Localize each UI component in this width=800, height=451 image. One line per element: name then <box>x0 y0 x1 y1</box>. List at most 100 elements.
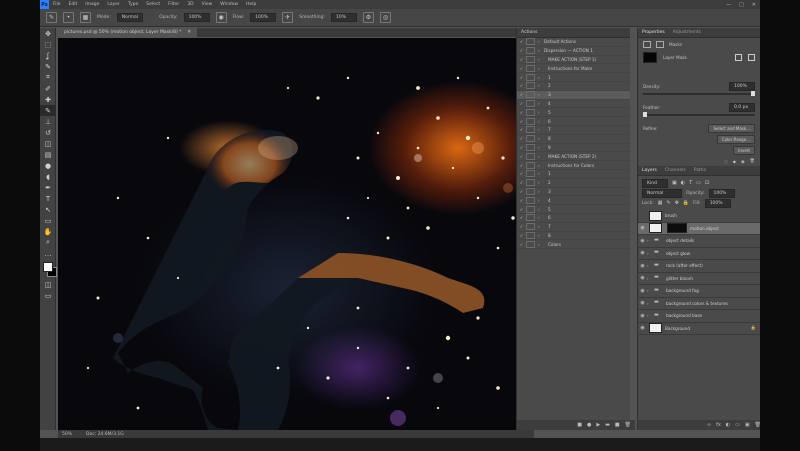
density-slider-knob[interactable] <box>751 91 755 96</box>
brush-settings-icon[interactable]: ▦ <box>80 12 91 23</box>
document-canvas[interactable] <box>58 38 534 430</box>
brush-tool-icon[interactable]: ✎ <box>40 105 56 116</box>
color-range-button[interactable]: Color Range... <box>716 135 755 144</box>
group-expand-icon[interactable]: › <box>647 251 652 256</box>
gradient-tool-icon[interactable]: ▤ <box>40 149 56 160</box>
visibility-eye-icon[interactable]: ◉ <box>638 288 647 294</box>
tab-adjustments[interactable]: Adjustments <box>673 30 701 35</box>
action-row[interactable]: ✓ › 4 <box>517 196 630 206</box>
action-toggle-checkbox[interactable]: ✓ <box>517 110 526 115</box>
eraser-tool-icon[interactable]: ◫ <box>40 138 56 149</box>
layer-row[interactable]: ◉ › ▬ background base <box>638 310 760 323</box>
menu-help[interactable]: Help <box>242 2 260 7</box>
fill-input[interactable]: 100% <box>704 198 731 208</box>
visibility-eye-icon[interactable]: ◉ <box>638 263 647 269</box>
menu-view[interactable]: View <box>198 2 217 7</box>
feather-input[interactable]: 0.0 px <box>729 103 755 112</box>
feather-slider-knob[interactable] <box>643 112 647 117</box>
action-row[interactable]: ✓ › 5 <box>517 108 630 118</box>
foreground-color-swatch[interactable] <box>43 262 53 272</box>
select-and-mask-button[interactable]: Select and Mask... <box>708 124 755 133</box>
visibility-eye-icon[interactable]: ◉ <box>638 275 647 281</box>
airbrush-icon[interactable]: ✈ <box>282 12 294 23</box>
opacity-input[interactable]: 100% <box>183 13 210 22</box>
menu-select[interactable]: Select <box>142 2 164 7</box>
action-toggle-checkbox[interactable]: ✓ <box>517 145 526 150</box>
eyedropper-tool-icon[interactable]: ✐ <box>40 83 56 94</box>
filter-type-icon[interactable]: T <box>689 180 692 186</box>
action-toggle-checkbox[interactable]: ✓ <box>517 163 526 168</box>
action-row[interactable]: ✓ › 1 <box>517 170 630 179</box>
crop-tool-icon[interactable]: ⌗ <box>40 72 56 83</box>
dialog-toggle-icon[interactable] <box>526 240 535 248</box>
actions-panel-title[interactable]: Actions <box>521 30 537 35</box>
smoothing-gear-icon[interactable]: ⚙ <box>362 12 374 23</box>
action-row[interactable]: ✓ › 3 <box>517 187 630 197</box>
visibility-eye-icon[interactable]: ◉ <box>638 225 647 231</box>
dialog-toggle-icon[interactable] <box>526 108 535 116</box>
dialog-toggle-icon[interactable] <box>526 170 535 178</box>
action-toggle-checkbox[interactable]: ✓ <box>517 75 526 80</box>
history-brush-tool-icon[interactable]: ↺ <box>40 127 56 138</box>
visibility-eye-icon[interactable]: ◉ <box>638 325 647 331</box>
layer-row[interactable]: ◉ › ▬ background colors & textures <box>638 298 760 310</box>
action-toggle-checkbox[interactable]: ✓ <box>517 48 526 53</box>
mode-select[interactable]: Normal <box>116 13 144 22</box>
delete-mask-icon[interactable]: 🗑 <box>750 158 755 164</box>
feather-slider[interactable] <box>643 112 755 117</box>
close-tab-icon[interactable]: ✕ <box>187 30 191 35</box>
menu-window[interactable]: Window <box>216 2 242 7</box>
dialog-toggle-icon[interactable] <box>526 223 535 231</box>
dialog-toggle-icon[interactable] <box>526 231 535 239</box>
marquee-tool-icon[interactable]: ⬚ <box>40 39 56 50</box>
select-pixel-mask-icon[interactable] <box>735 53 742 61</box>
action-toggle-checkbox[interactable]: ✓ <box>517 101 526 106</box>
blend-mode-select[interactable]: Normal <box>642 188 682 198</box>
visibility-eye-icon[interactable]: ◉ <box>638 250 647 256</box>
action-row[interactable]: ✓ › 3 <box>517 90 630 100</box>
action-row[interactable]: ✓ › 5 <box>517 205 630 214</box>
blur-tool-icon[interactable]: ● <box>40 160 56 171</box>
action-row[interactable]: ✓ › 2 <box>517 179 630 188</box>
action-toggle-checkbox[interactable]: ✓ <box>517 198 526 203</box>
dialog-toggle-icon[interactable] <box>526 91 535 99</box>
dialog-toggle-icon[interactable] <box>526 143 535 151</box>
flow-input[interactable]: 100% <box>250 13 277 22</box>
action-row[interactable]: ✓ › 6 <box>517 214 630 223</box>
screen-mode-icon[interactable]: ▭ <box>40 290 56 301</box>
density-input[interactable]: 100% <box>729 82 755 91</box>
layer-row[interactable]: ◉ Background 🔒 <box>638 323 760 335</box>
filter-adjust-icon[interactable]: ◐ <box>681 180 685 186</box>
action-toggle-checkbox[interactable]: ✓ <box>517 92 526 97</box>
brush-size-icon[interactable]: • <box>63 12 74 23</box>
vector-mask-icon[interactable] <box>656 40 664 48</box>
layer-style-icon[interactable]: fx <box>716 422 721 428</box>
action-toggle-checkbox[interactable]: ✓ <box>517 119 526 124</box>
action-toggle-checkbox[interactable]: ✓ <box>517 127 526 132</box>
stop-recording-icon[interactable]: ■ <box>577 422 582 428</box>
group-expand-icon[interactable]: › <box>647 263 652 268</box>
dialog-toggle-icon[interactable] <box>526 64 535 72</box>
action-row[interactable]: ✓ › 6 <box>517 117 630 126</box>
lasso-tool-icon[interactable]: ʆ <box>40 50 56 61</box>
action-row[interactable]: ✓ › 8 <box>517 231 630 241</box>
action-row[interactable]: ✓ › 9 <box>517 143 630 153</box>
pen-tool-icon[interactable]: ✒ <box>40 182 56 193</box>
dialog-toggle-icon[interactable] <box>526 82 535 90</box>
tab-channels[interactable]: Channels <box>665 168 686 173</box>
healing-tool-icon[interactable]: ✚ <box>40 94 56 105</box>
group-expand-icon[interactable]: › <box>647 301 652 306</box>
dialog-toggle-icon[interactable] <box>526 205 535 213</box>
shape-tool-icon[interactable]: ▭ <box>40 215 56 226</box>
visibility-eye-icon[interactable]: ◉ <box>638 313 647 319</box>
action-toggle-checkbox[interactable]: ✓ <box>517 233 526 238</box>
brush-preset-icon[interactable]: ✎ <box>46 12 57 23</box>
dialog-toggle-icon[interactable] <box>526 117 535 125</box>
menu-layer[interactable]: Layer <box>103 2 124 7</box>
tab-paths[interactable]: Paths <box>694 168 706 173</box>
menu-3d[interactable]: 3D <box>183 2 197 7</box>
stamp-tool-icon[interactable]: ⊥ <box>40 116 56 127</box>
action-toggle-checkbox[interactable]: ✓ <box>517 224 526 229</box>
dialog-toggle-icon[interactable] <box>526 47 535 55</box>
action-toggle-checkbox[interactable]: ✓ <box>517 57 526 62</box>
